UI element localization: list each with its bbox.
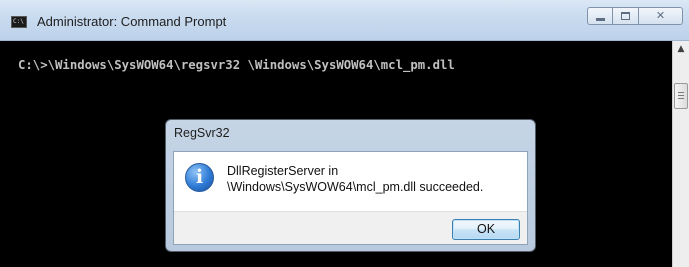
maximize-icon [621,12,630,20]
minimize-button[interactable] [587,7,613,25]
maximize-button[interactable] [613,7,639,25]
ok-button[interactable]: OK [452,219,520,240]
close-icon: ✕ [655,9,666,22]
vertical-scrollbar[interactable]: ▲ [672,41,689,267]
command-prompt-window: C:\ Administrator: Command Prompt ✕ C:\>… [0,0,689,267]
cmd-icon: C:\ [11,16,27,28]
close-button[interactable]: ✕ [639,7,683,25]
caption-buttons: ✕ [587,7,683,26]
regsvr32-dialog: RegSvr32 i DllRegisterServer in \Windows… [165,119,536,252]
dialog-message-line2: \Windows\SysWOW64\mcl_pm.dll succeeded. [227,180,484,194]
dialog-message-line1: DllRegisterServer in [227,164,339,178]
grip-icon [678,92,684,100]
dialog-title: RegSvr32 [174,126,230,140]
window-title: Administrator: Command Prompt [37,14,227,29]
title-bar[interactable]: C:\ Administrator: Command Prompt ✕ [0,0,689,41]
scroll-thumb[interactable] [674,83,688,109]
dialog-body: i DllRegisterServer in \Windows\SysWOW64… [173,151,528,245]
console-command-line: C:\>\Windows\SysWOW64\regsvr32 \Windows\… [18,58,455,72]
scroll-up-icon[interactable]: ▲ [673,41,689,58]
info-icon: i [185,163,214,192]
minimize-icon [596,18,605,21]
